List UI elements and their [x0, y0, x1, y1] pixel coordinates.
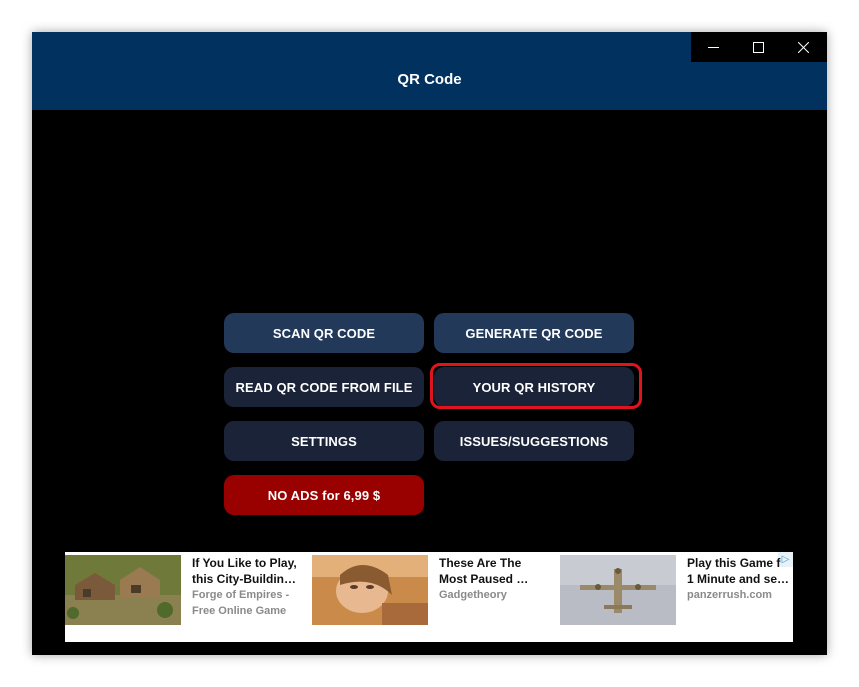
- no-ads-button[interactable]: NO ADS for 6,99 $: [224, 475, 424, 515]
- settings-button[interactable]: SETTINGS: [224, 421, 424, 461]
- minimize-icon[interactable]: [691, 32, 736, 62]
- issues-suggestions-button[interactable]: ISSUES/SUGGESTIONS: [434, 421, 634, 461]
- ad-source: Gadgetheory: [439, 589, 507, 601]
- ad-headline: These Are The: [439, 556, 522, 570]
- app-window: QR Code SCAN QR CODE GENERATE QR CODE RE…: [32, 32, 827, 655]
- ad-headline: this City-Buildin…: [192, 572, 296, 586]
- ad-source: panzerrush.com: [687, 589, 772, 601]
- ad-source: Forge of Empires -: [192, 589, 290, 601]
- ad-headline: If You Like to Play,: [192, 556, 297, 570]
- ad-banner[interactable]: ▷ If You Like to Play, this City-Buildin…: [65, 552, 793, 642]
- ad-thumbnail[interactable]: [65, 555, 181, 625]
- close-icon[interactable]: [781, 32, 826, 62]
- ad-headline: Most Paused …: [439, 572, 529, 586]
- maximize-icon[interactable]: [736, 32, 781, 62]
- scan-qr-code-button[interactable]: SCAN QR CODE: [224, 313, 424, 353]
- highlight-frame: [430, 363, 642, 409]
- ad-thumbnail[interactable]: [312, 555, 428, 625]
- window-controls: [691, 32, 827, 62]
- ad-headline: 1 Minute and se…: [687, 572, 790, 586]
- read-qr-from-file-button[interactable]: READ QR CODE FROM FILE: [224, 367, 424, 407]
- ad-thumbnail[interactable]: [560, 555, 676, 625]
- ad-source: Free Online Game: [192, 605, 287, 617]
- ad-headline: Play this Game f: [687, 556, 781, 570]
- title-bar: QR Code: [32, 32, 827, 110]
- window-title: QR Code: [397, 71, 462, 88]
- generate-qr-code-button[interactable]: GENERATE QR CODE: [434, 313, 634, 353]
